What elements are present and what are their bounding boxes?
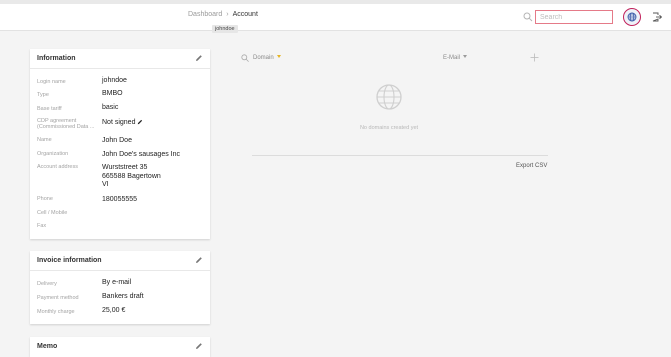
row-label: Delivery (37, 281, 57, 287)
pencil-icon[interactable] (137, 119, 143, 125)
row-label: Cell / Mobile (37, 210, 68, 216)
address-line-3: VI (102, 181, 109, 188)
invoice-card: Invoice information Delivery By e-mail P… (30, 251, 210, 324)
email-filter-dropdown[interactable]: E-Mail (443, 55, 468, 61)
logout-button[interactable] (651, 11, 663, 23)
row-label: Base tariff (37, 106, 62, 112)
breadcrumb: Dashboard › Account (188, 11, 258, 18)
row-value: 180055555 (102, 196, 138, 203)
domain-filter-dropdown[interactable]: Domain (253, 55, 281, 61)
empty-state-message: No domains created yet (359, 125, 419, 131)
card-title: Information (37, 55, 76, 62)
information-card: Information Login name johndoe Type BMBO… (30, 49, 210, 239)
row-value: BMBO (102, 90, 123, 97)
cdp-status: Not signed (102, 119, 136, 126)
chevron-down-icon (276, 55, 281, 58)
card-header: Memo (30, 337, 210, 357)
edit-icon[interactable] (195, 256, 203, 264)
edit-icon[interactable] (195, 54, 203, 62)
user-chip: johndoe (212, 25, 238, 33)
search-icon[interactable] (523, 12, 533, 22)
row-label: Organization (37, 151, 69, 157)
globe-icon (627, 12, 637, 22)
card-header: Invoice information (30, 251, 210, 271)
row-value: John Doe's sausages Inc (102, 151, 180, 158)
row-label: Type (37, 92, 49, 98)
row-label: Monthly charge (37, 309, 75, 315)
row-label-secondary: (Commissioned Data ... (37, 124, 95, 130)
domain-filter-label: Domain (253, 55, 274, 61)
card-title: Memo (37, 343, 58, 350)
row-label: Name (37, 137, 52, 143)
row-value: 25,00 € (102, 307, 126, 314)
row-label: Login name (37, 79, 66, 85)
search-input[interactable] (535, 10, 613, 24)
logout-icon (652, 12, 662, 22)
memo-card: Memo (30, 337, 210, 357)
row-label: Payment method (37, 295, 79, 301)
row-value: basic (102, 104, 119, 111)
chevron-down-icon (463, 55, 468, 58)
globe-icon (376, 84, 402, 110)
row-value: John Doe (102, 137, 132, 144)
export-csv-button[interactable]: Export CSV (516, 163, 547, 169)
address-line-2: 665588 Bagertown (102, 172, 161, 180)
card-title: Invoice information (37, 257, 102, 264)
row-label: Fax (37, 223, 47, 229)
address-line-1: Wurststreet 35 (102, 164, 148, 171)
row-label: Phone (37, 196, 53, 202)
row-value: johndoe (102, 77, 127, 84)
breadcrumb-current: Account (232, 11, 258, 18)
row-label: Account address (37, 164, 78, 170)
email-filter-label: E-Mail (443, 55, 461, 61)
plus-icon[interactable] (530, 53, 539, 62)
row-value: Not signed (102, 119, 143, 128)
breadcrumb-separator: › (226, 11, 229, 18)
domain-search-icon[interactable] (241, 54, 249, 62)
language-button[interactable] (623, 8, 641, 26)
breadcrumb-dashboard[interactable]: Dashboard (188, 11, 222, 18)
divider (252, 155, 548, 156)
row-value: Bankers draft (102, 293, 144, 300)
edit-icon[interactable] (195, 342, 203, 350)
row-value: By e-mail (102, 279, 132, 286)
card-header: Information (30, 49, 210, 69)
